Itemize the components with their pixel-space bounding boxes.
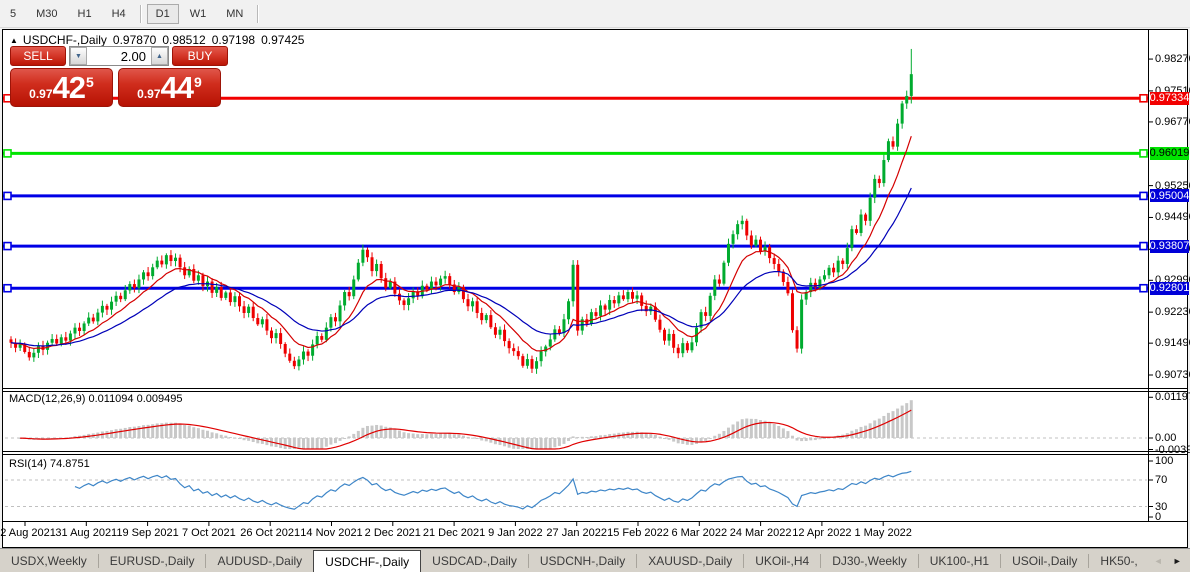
price-line-badge: 0.95004 bbox=[1150, 189, 1189, 202]
timeframe-button-D1[interactable]: D1 bbox=[147, 4, 179, 24]
buy-price-prefix: 0.97 bbox=[137, 84, 160, 104]
buy-button[interactable]: BUY bbox=[172, 46, 228, 66]
rsi-indicator-label: RSI(14) 74.8751 bbox=[9, 458, 90, 470]
line-handle[interactable] bbox=[1140, 285, 1147, 292]
volume-stepper: ▼ ▲ bbox=[69, 46, 169, 66]
line-handle[interactable] bbox=[1140, 95, 1147, 102]
volume-decrease-icon[interactable]: ▼ bbox=[70, 47, 87, 65]
timeframe-button-M30[interactable]: M30 bbox=[27, 4, 66, 24]
chart-tab-xauusddaily[interactable]: XAUUSD-,Daily bbox=[637, 549, 743, 572]
macd-tick-label: 0.00 bbox=[1155, 432, 1176, 444]
sell-price-prefix: 0.97 bbox=[29, 84, 52, 104]
ohlc-high: 0.98512 bbox=[162, 33, 205, 47]
timeframe-button-MN[interactable]: MN bbox=[217, 4, 252, 24]
date-label: 1 May 2022 bbox=[838, 527, 928, 539]
sell-button[interactable]: SELL bbox=[10, 46, 66, 66]
volume-increase-icon[interactable]: ▲ bbox=[151, 47, 168, 65]
ohlc-low: 0.97198 bbox=[212, 33, 255, 47]
timeframe-toolbar: 5M30H1H4 D1W1MN bbox=[0, 0, 1190, 28]
price-tick-label: 0.91490 bbox=[1155, 337, 1190, 349]
chart-tab-ukoilh4[interactable]: UKOil-,H4 bbox=[744, 549, 820, 572]
sell-price-big: 42 bbox=[53, 71, 85, 104]
chart-tab-usdchfdaily[interactable]: USDCHF-,Daily bbox=[313, 550, 421, 572]
rsi-tick-label: 70 bbox=[1155, 474, 1167, 486]
buy-price-quote[interactable]: 0.97449 bbox=[118, 68, 221, 107]
price-tick-label: 0.98270 bbox=[1155, 53, 1190, 65]
price-line-badge: 0.92801 bbox=[1150, 282, 1189, 295]
timeframe-button-W1[interactable]: W1 bbox=[181, 4, 216, 24]
ohlc-close: 0.97425 bbox=[261, 33, 304, 47]
buy-price-pip: 9 bbox=[194, 74, 202, 90]
tab-scroll-left-icon[interactable]: ◄ bbox=[1149, 556, 1168, 566]
chart-tab-usoildaily[interactable]: USOil-,Daily bbox=[1001, 549, 1088, 572]
macd-tick-label: 0.011979 bbox=[1155, 391, 1190, 403]
chart-title: ▲ USDCHF-,Daily 0.97870 0.98512 0.97198 0.974… bbox=[10, 33, 304, 47]
chart-tab-usdxweekly[interactable]: USDX,Weekly bbox=[0, 549, 98, 572]
chart-tab-dj30weekly[interactable]: DJ30-,Weekly bbox=[821, 549, 917, 572]
price-tick-label: 0.92230 bbox=[1155, 306, 1190, 318]
timeframe-button-5[interactable]: 5 bbox=[1, 4, 25, 24]
line-handle[interactable] bbox=[4, 285, 11, 292]
collapse-panel-icon[interactable]: ▲ bbox=[10, 36, 18, 45]
chart-tab-usdcnhdaily[interactable]: USDCNH-,Daily bbox=[529, 549, 636, 572]
chart-symbol-label: USDCHF-,Daily bbox=[23, 33, 107, 47]
timeframe-button-H1[interactable]: H1 bbox=[69, 4, 101, 24]
buy-price-big: 44 bbox=[161, 71, 193, 104]
one-click-trade-panel: SELL ▼ ▲ BUY 0.97425 0.97449 bbox=[10, 46, 228, 107]
toolbar-separator bbox=[257, 5, 259, 23]
chart-window: ▲USDCHF-,Daily0.978700.985120.971980.974… bbox=[2, 29, 1188, 548]
sell-price-pip: 5 bbox=[86, 74, 94, 90]
chart-canvas[interactable] bbox=[3, 30, 1187, 546]
chart-tab-eurusddaily[interactable]: EURUSD-,Daily bbox=[99, 549, 206, 572]
chart-tab-bar: USDX,WeeklyEURUSD-,DailyAUDUSD-,DailyUSD… bbox=[0, 548, 1190, 572]
chart-tab-hk50[interactable]: HK50-, bbox=[1089, 549, 1148, 572]
chart-tab-audusddaily[interactable]: AUDUSD-,Daily bbox=[206, 549, 313, 572]
price-tick-label: 0.94490 bbox=[1155, 211, 1190, 223]
line-handle[interactable] bbox=[1140, 243, 1147, 250]
price-line-badge: 0.93807 bbox=[1150, 240, 1189, 253]
chart-tab-usdcaddaily[interactable]: USDCAD-,Daily bbox=[421, 549, 528, 572]
line-handle[interactable] bbox=[4, 192, 11, 199]
price-tick-label: 0.90730 bbox=[1155, 369, 1190, 381]
tab-scroll-right-icon[interactable]: ► bbox=[1168, 556, 1187, 566]
rsi-tick-label: 0 bbox=[1155, 511, 1161, 523]
price-tick-label: 0.96770 bbox=[1155, 116, 1190, 128]
chart-tab-uk100h1[interactable]: UK100-,H1 bbox=[919, 549, 1000, 572]
line-handle[interactable] bbox=[1140, 150, 1147, 157]
line-handle[interactable] bbox=[4, 243, 11, 250]
toolbar-separator bbox=[140, 5, 142, 23]
price-line-badge: 0.97334 bbox=[1150, 92, 1189, 105]
terminal-screen: 5M30H1H4D1W1MN ▲USDCHF-,Daily0.978700.98… bbox=[0, 0, 1190, 572]
line-handle[interactable] bbox=[1140, 192, 1147, 199]
price-line-badge: 0.96019 bbox=[1150, 147, 1189, 160]
ohlc-open: 0.97870 bbox=[113, 33, 156, 47]
rsi-tick-label: 100 bbox=[1155, 455, 1173, 467]
timeframe-button-H4[interactable]: H4 bbox=[103, 4, 135, 24]
macd-tick-label: -0.00395 bbox=[1155, 444, 1190, 456]
macd-indicator-label: MACD(12,26,9) 0.011094 0.009495 bbox=[9, 393, 182, 405]
sell-price-quote[interactable]: 0.97425 bbox=[10, 68, 113, 107]
line-handle[interactable] bbox=[4, 150, 11, 157]
volume-input[interactable] bbox=[87, 47, 151, 65]
